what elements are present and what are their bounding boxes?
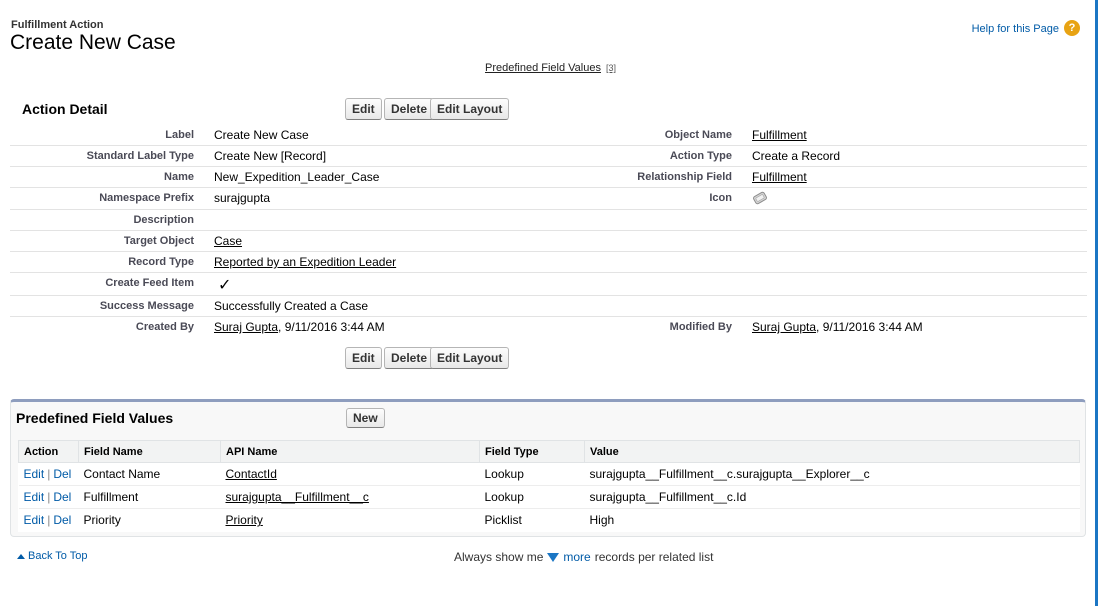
table-header-row: Action Field Name API Name Field Type Va… [18,440,1080,463]
label-value: Create New Case [214,128,309,142]
namespace-prefix-label: Namespace Prefix [99,192,194,204]
label-label: Label [165,129,194,141]
delete-button-bottom[interactable]: Delete [384,347,435,369]
records-per-list-label: records per related list [594,550,714,564]
edit-button-top[interactable]: Edit [345,98,382,120]
col-action: Action [18,440,79,463]
api-name-link[interactable]: ContactId [226,467,277,481]
predefined-count: [3] [606,63,617,73]
name-label: Name [164,171,194,183]
field-type-cell: Lookup [479,462,585,486]
created-by-date: , 9/11/2016 3:44 AM [278,320,385,334]
predefined-field-values-link[interactable]: Predefined Field Values [485,62,601,74]
success-message-label: Success Message [99,300,194,312]
col-value: Value [584,440,1080,463]
dropdown-triangle-icon[interactable] [547,552,560,562]
value-cell: surajgupta__Fulfillment__c.Id [584,485,1080,509]
delete-button-top[interactable]: Delete [384,98,435,120]
value-cell: High [584,508,1080,532]
action-detail-table: Label Create New Case Object Name Fulfil… [10,125,1087,338]
relationship-field-link[interactable]: Fulfillment [752,170,807,184]
edit-layout-button-bottom[interactable]: Edit Layout [430,347,510,369]
predefined-field-values-section: Predefined Field Values New Action Field… [10,399,1086,537]
standard-label-type-label: Standard Label Type [86,150,194,162]
help-question-icon[interactable]: ? [1064,20,1080,36]
new-button[interactable]: New [346,408,385,428]
col-api-name: API Name [220,440,480,463]
related-list-hover-link[interactable]: Predefined Field Values [3] [485,62,616,74]
modified-by-date: , 9/11/2016 3:44 AM [816,320,923,334]
caret-up-icon [17,553,25,559]
field-name-cell: Contact Name [78,462,221,486]
target-object-link[interactable]: Case [214,234,242,248]
field-type-cell: Picklist [479,508,585,532]
checkmark-icon: ✓ [218,277,232,294]
api-name-link[interactable]: surajgupta__Fulfillment__c [226,490,369,504]
detail-row: Namespace Prefix surajgupta Icon [10,188,1087,210]
name-value: New_Expedition_Leader_Case [214,170,380,184]
action-type-label: Action Type [669,150,732,162]
table-row: Edit | Del Priority Priority Picklist High [18,508,1080,532]
success-message-value: Successfully Created a Case [214,299,369,313]
created-by-label: Created By [135,321,194,333]
field-name-cell: Fulfillment [78,485,221,509]
edit-link[interactable]: Edit [24,490,45,504]
created-by-user-link[interactable]: Suraj Gupta [214,320,278,334]
detail-row: Standard Label Type Create New [Record] … [10,146,1087,167]
action-type-value: Create a Record [752,149,841,163]
field-name-cell: Priority [78,508,221,532]
detail-row: Description [10,210,1087,231]
predefined-field-values-title: Predefined Field Values [16,410,174,426]
del-link[interactable]: Del [53,467,71,481]
del-link[interactable]: Del [53,490,71,504]
value-cell: surajgupta__Fulfillment__c.surajgupta__E… [584,462,1080,486]
namespace-prefix-value: surajgupta [214,191,271,205]
table-row: Edit | Del Fulfillment surajgupta__Fulfill… [18,485,1080,509]
field-type-cell: Lookup [479,485,585,509]
action-detail-title: Action Detail [22,101,108,117]
edit-button-bottom[interactable]: Edit [345,347,382,369]
back-to-top-label[interactable]: Back To Top [28,550,88,562]
col-field-name: Field Name [78,440,221,463]
always-show-label: Always show me [454,550,544,564]
detail-row: Create Feed Item ✓ [10,273,1087,296]
predefined-field-values-table: Action Field Name API Name Field Type Va… [18,440,1080,532]
del-link[interactable]: Del [53,513,71,527]
record-type-link[interactable]: Reported by an Expedition Leader [214,255,396,269]
help-link[interactable]: Help for this Page [972,23,1059,35]
records-per-list-control: Always show me more records per related … [454,550,713,564]
edit-link[interactable]: Edit [24,467,45,481]
api-name-link[interactable]: Priority [226,513,263,527]
detail-row: Created By Suraj Gupta, 9/11/2016 3:44 A… [10,317,1087,338]
detail-row: Label Create New Case Object Name Fulfil… [10,125,1087,146]
standard-label-type-value: Create New [Record] [214,149,327,163]
modified-by-label: Modified By [669,321,732,333]
col-field-type: Field Type [479,440,585,463]
create-feed-item-label: Create Feed Item [105,277,194,289]
icon-label: Icon [709,192,732,204]
detail-row: Success Message Successfully Created a C… [10,296,1087,317]
help-link-group[interactable]: Help for this Page ? [972,20,1080,36]
detail-row: Target Object Case [10,231,1087,252]
edit-layout-button-top[interactable]: Edit Layout [430,98,510,120]
table-row: Edit | Del Contact Name ContactId Lookup s… [18,462,1080,486]
truck-icon [752,190,768,209]
record-type-label: Record Type [128,256,194,268]
detail-row: Record Type Reported by an Expedition Le… [10,252,1087,273]
detail-row: Name New_Expedition_Leader_Case Relation… [10,167,1087,188]
edit-link[interactable]: Edit [24,513,45,527]
description-label: Description [133,214,194,226]
more-link[interactable]: more [563,550,590,564]
modified-by-user-link[interactable]: Suraj Gupta [752,320,816,334]
object-name-link[interactable]: Fulfillment [752,128,807,142]
object-name-label: Object Name [664,129,732,141]
back-to-top-link[interactable]: Back To Top [17,550,88,562]
page-object-type: Fulfillment Action [11,19,104,31]
target-object-label: Target Object [123,235,194,247]
relationship-field-label: Relationship Field [637,171,732,183]
page-title: Create New Case [10,31,176,54]
